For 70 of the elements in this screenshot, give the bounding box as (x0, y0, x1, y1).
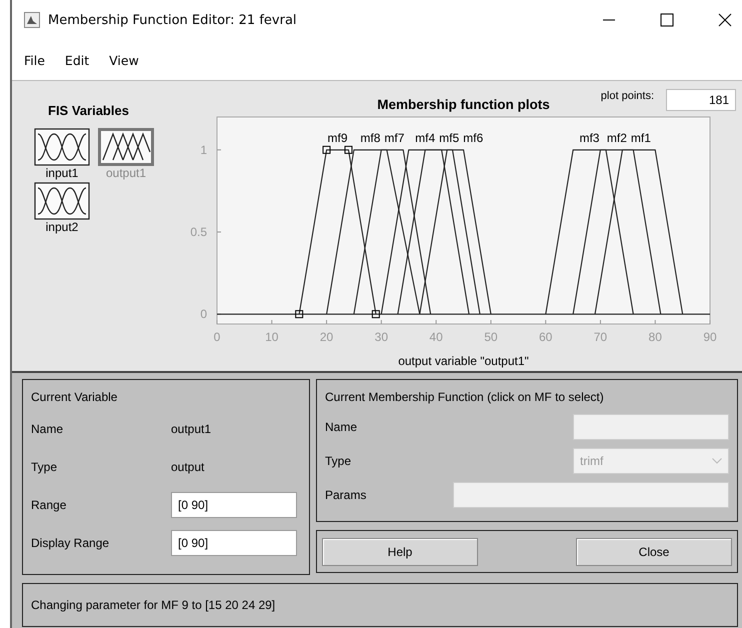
x-tick-label: 10 (265, 330, 278, 344)
field-label: Range (31, 498, 68, 512)
status-message: Changing parameter for MF 9 to [15 20 24 29] (31, 598, 276, 612)
variable-type: output (171, 460, 204, 474)
membership-function-line[interactable] (545, 149, 634, 314)
x-tick-label: 90 (703, 330, 717, 344)
y-tick-label: 0 (200, 307, 207, 322)
x-tick-label: 0 (214, 330, 220, 344)
membership-function-line[interactable] (380, 149, 470, 314)
maximize-icon[interactable] (660, 13, 674, 27)
point-marker[interactable] (372, 310, 380, 318)
triangles-variable-icon[interactable] (98, 128, 154, 166)
y-tick-label: 1 (200, 142, 207, 157)
mf-label: mf8 (360, 130, 380, 145)
mf-label: mf5 (439, 130, 460, 145)
variable-label: output1 (106, 166, 146, 180)
plot-points-field[interactable]: 181 (666, 89, 736, 111)
membership-function-line[interactable] (397, 149, 480, 314)
close-button[interactable]: Close (576, 538, 732, 566)
x-tick-label: 70 (594, 330, 608, 344)
field-label: Params (325, 488, 366, 502)
x-tick-label: 40 (429, 330, 443, 344)
plot-points-label: plot points: (600, 90, 654, 102)
bell-curves-variable-icon[interactable] (34, 128, 90, 166)
display-range-field[interactable]: [0 90] (171, 530, 297, 556)
membership-function-line[interactable] (419, 149, 492, 314)
field-label: Display Range (31, 536, 110, 550)
range-field[interactable]: [0 90] (171, 492, 297, 518)
point-marker[interactable] (322, 146, 331, 154)
mf-label: mf6 (463, 130, 484, 145)
menu-item[interactable]: View (109, 52, 139, 68)
membership-function-line[interactable] (594, 149, 684, 314)
field-label: Type (31, 460, 58, 474)
membership-function-line[interactable] (353, 149, 432, 314)
menu-item[interactable]: File (24, 52, 45, 68)
field-label: Type (325, 454, 352, 468)
panel-heading: Current Variable (31, 390, 118, 404)
field-label: Name (325, 420, 358, 434)
y-tick-label: 0.5 (190, 225, 207, 239)
chevron-down-icon (712, 458, 722, 464)
mf-label: mf4 (415, 130, 436, 145)
point-marker[interactable] (295, 310, 304, 318)
variable-label: input2 (46, 220, 78, 234)
membership-function-line[interactable] (298, 149, 376, 314)
x-tick-label: 30 (374, 330, 388, 344)
x-axis-label: output variable "output1" (398, 354, 529, 368)
chart-title: Membership function plots (377, 97, 550, 112)
membership-function-line[interactable] (572, 149, 662, 314)
help-button[interactable]: Help (322, 538, 478, 566)
panel-heading: Current Membership Function (click on MF to select) (325, 390, 605, 404)
x-tick-label: 80 (648, 330, 662, 344)
window-title: Membership Function Editor: 21 fevral (48, 12, 297, 28)
close-icon[interactable] (718, 13, 732, 27)
field-label: Name (31, 422, 64, 436)
mf-label: mf1 (630, 130, 651, 145)
x-tick-label: 20 (320, 330, 334, 344)
mf-label: mf2 (606, 130, 627, 145)
point-marker[interactable] (344, 146, 352, 154)
mf-label: mf3 (579, 130, 600, 145)
fis-variables-heading: FIS Variables (48, 103, 129, 118)
x-tick-label: 50 (484, 330, 498, 344)
x-tick-label: 60 (538, 330, 552, 344)
membership-function-line[interactable] (326, 149, 420, 314)
mf-label: mf7 (384, 130, 404, 145)
app-icon (24, 12, 40, 28)
bell-curves-variable-icon[interactable] (34, 182, 90, 220)
mf-label: mf9 (328, 130, 348, 145)
variable-name: output1 (171, 422, 212, 436)
menu-item[interactable]: Edit (64, 52, 90, 68)
variable-label: input1 (46, 166, 78, 180)
